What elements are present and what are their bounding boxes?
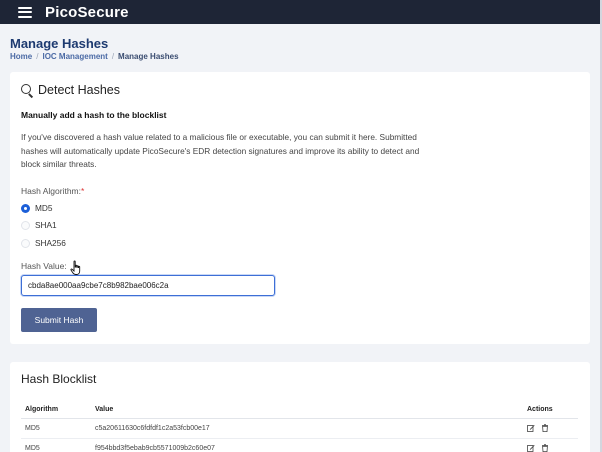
radio-sha256-circle[interactable] — [21, 238, 30, 248]
breadcrumb-home[interactable]: Home — [10, 52, 32, 61]
table-row: MD5 f954bbd3f5ebab9cb5571009b2c60e07 — [21, 438, 578, 452]
row-value: f954bbd3f5ebab9cb5571009b2c60e07 — [91, 438, 523, 452]
breadcrumb-separator: / — [111, 52, 115, 61]
edit-icon[interactable] — [527, 444, 535, 452]
breadcrumb-separator: / — [36, 52, 39, 61]
search-icon — [21, 83, 34, 98]
column-header-algorithm: Algorithm — [21, 401, 91, 419]
hash-algorithm-label: Hash Algorithm:* — [21, 186, 84, 196]
hamburger-icon[interactable] — [18, 6, 32, 18]
radio-md5-label: MD5 — [35, 203, 53, 213]
detect-description: If you've discovered a hash value relate… — [21, 132, 420, 169]
breadcrumb: Home / IOC Management / Manage Hashes — [10, 52, 179, 61]
trash-icon[interactable] — [541, 424, 549, 432]
radio-sha1-circle[interactable] — [21, 220, 30, 230]
required-marker: * — [81, 186, 85, 196]
submit-hash-button[interactable]: Submit Hash — [21, 308, 97, 332]
hash-value-label: Hash Value: — [21, 261, 67, 271]
table-row: MD5 c5a20611630c6fdfdf1c2a53fcb00e17 — [21, 418, 578, 439]
column-header-value: Value — [91, 401, 523, 419]
row-value: c5a20611630c6fdfdf1c2a53fcb00e17 — [91, 418, 523, 439]
page-title: Manage Hashes — [10, 36, 109, 51]
app-brand[interactable]: PicoSecure — [45, 4, 129, 21]
row-algorithm: MD5 — [21, 438, 91, 452]
hash-blocklist-card: Hash Blocklist Algorithm Value Actions M… — [10, 362, 590, 452]
edit-icon[interactable] — [527, 424, 535, 432]
radio-sha1[interactable]: SHA1 — [21, 220, 57, 230]
detect-hashes-title-text: Detect Hashes — [38, 83, 120, 97]
breadcrumb-ioc-management[interactable]: IOC Management — [42, 52, 107, 61]
hash-blocklist-table: Algorithm Value Actions MD5 c5a20611630c… — [21, 401, 578, 452]
radio-md5-circle[interactable] — [21, 203, 30, 213]
detect-hashes-title: Detect Hashes — [21, 83, 120, 98]
trash-icon[interactable] — [541, 444, 549, 452]
radio-sha256-label: SHA256 — [35, 238, 66, 248]
radio-md5[interactable]: MD5 — [21, 203, 53, 213]
detect-hashes-card: Detect Hashes Manually add a hash to the… — [10, 72, 590, 344]
hash-blocklist-title: Hash Blocklist — [21, 372, 97, 386]
hash-algorithm-label-text: Hash Algorithm: — [21, 186, 81, 196]
row-actions — [523, 438, 578, 452]
breadcrumb-current: Manage Hashes — [118, 52, 179, 61]
table-header-row: Algorithm Value Actions — [21, 401, 578, 419]
row-algorithm: MD5 — [21, 418, 91, 439]
row-actions — [523, 418, 578, 439]
hand-cursor-icon — [70, 260, 81, 275]
column-header-actions: Actions — [523, 401, 578, 419]
radio-sha1-label: SHA1 — [35, 220, 57, 230]
detect-subhead: Manually add a hash to the blocklist — [21, 110, 167, 120]
radio-sha256[interactable]: SHA256 — [21, 238, 66, 248]
top-bar: PicoSecure — [0, 0, 602, 24]
hash-value-input[interactable] — [21, 275, 275, 296]
